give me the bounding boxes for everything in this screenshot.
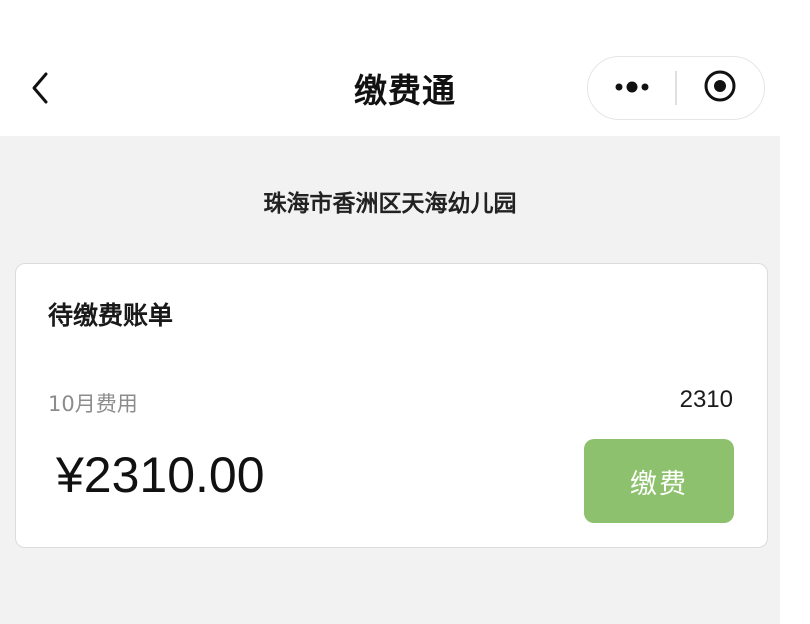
close-button[interactable] bbox=[677, 57, 764, 119]
more-dots-icon bbox=[612, 79, 652, 98]
navigation-bar: 缴费通 bbox=[0, 0, 810, 136]
bill-item-label: 10月费用 bbox=[48, 392, 138, 416]
pay-button[interactable]: 缴费 bbox=[584, 439, 734, 523]
bill-card-title: 待缴费账单 bbox=[48, 301, 174, 330]
school-name: 珠海市香洲区天海幼儿园 bbox=[263, 191, 517, 217]
main-content: 珠海市香洲区天海幼儿园 待缴费账单 10月费用 2310 ¥2310.00 缴费 bbox=[0, 136, 780, 624]
bill-card: 待缴费账单 10月费用 2310 ¥2310.00 缴费 bbox=[15, 263, 768, 548]
menu-button[interactable] bbox=[588, 57, 675, 119]
target-icon bbox=[702, 68, 738, 108]
bill-amount: ¥2310.00 bbox=[56, 447, 265, 503]
back-icon[interactable] bbox=[22, 68, 62, 108]
mini-program-capsule bbox=[587, 56, 765, 120]
bill-item-code: 2310 bbox=[679, 386, 733, 413]
